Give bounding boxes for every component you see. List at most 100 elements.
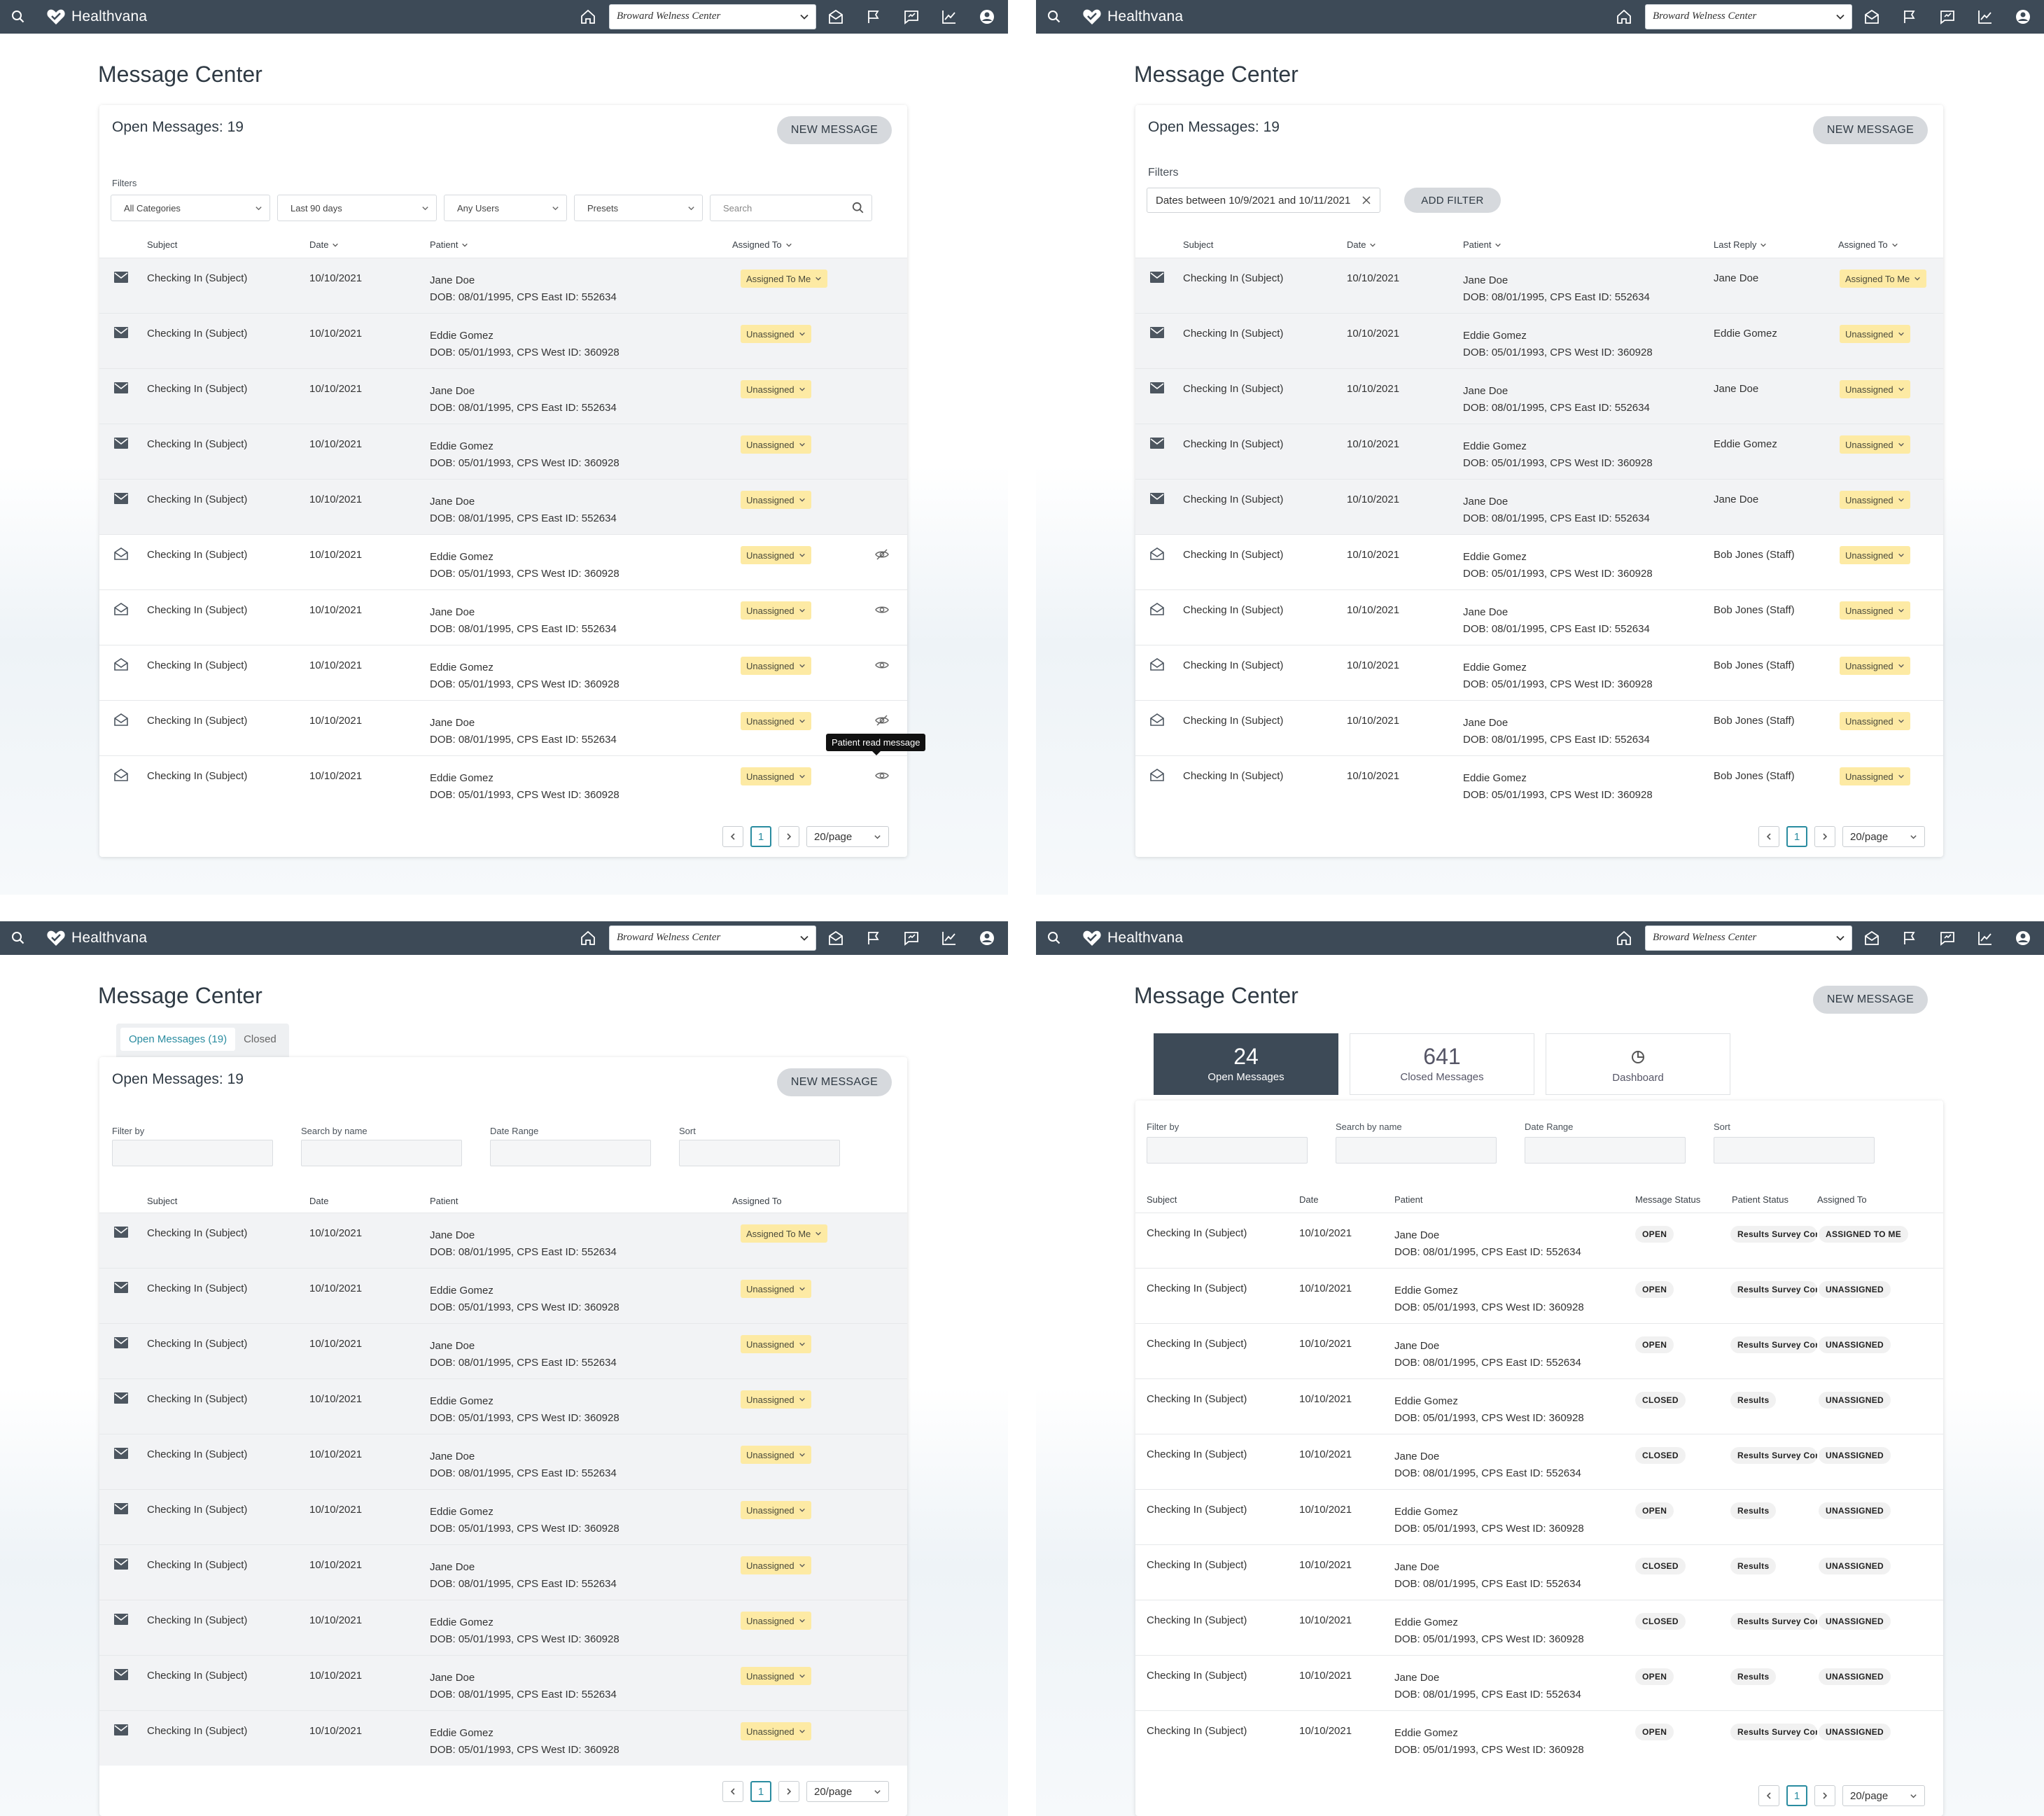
search-input[interactable]: Search [710, 195, 872, 221]
eye-off-icon[interactable] [875, 549, 889, 560]
new-message-button[interactable]: NEW MESSAGE [777, 116, 892, 144]
table-row[interactable]: Checking In (Subject) 10/10/2021 Jane Doe D… [99, 700, 907, 755]
search-icon[interactable] [1047, 931, 1061, 945]
analytics-icon[interactable] [941, 8, 958, 25]
table-row[interactable]: Checking In (Subject) 10/10/2021 Jane Doe D… [1135, 1213, 1943, 1268]
assignee-dropdown[interactable]: Unassigned [1840, 435, 1910, 454]
healthvana-logo[interactable]: Healthvana [46, 929, 147, 947]
analytics-icon[interactable] [1977, 930, 1994, 947]
chat-icon[interactable] [1939, 930, 1956, 947]
page-number-button[interactable]: 1 [1786, 1785, 1807, 1806]
assignee-dropdown[interactable]: Unassigned [741, 1280, 811, 1298]
assignee-dropdown[interactable]: Unassigned [741, 712, 811, 730]
assignee-dropdown[interactable]: Unassigned [741, 380, 811, 398]
assignee-dropdown[interactable]: Unassigned [741, 1501, 811, 1519]
dashboard-stat[interactable]: Dashboard [1546, 1033, 1730, 1095]
presets-filter-select[interactable]: Presets [574, 195, 703, 221]
table-row[interactable]: Checking In (Subject) 10/10/2021 Jane Doe D… [1135, 589, 1943, 645]
per-page-select[interactable]: 20/page [1842, 1785, 1925, 1806]
table-row[interactable]: Checking In (Subject) 10/10/2021 Eddie Gom… [1135, 755, 1943, 811]
previous-page-button[interactable] [1758, 826, 1779, 847]
chat-icon[interactable] [903, 930, 920, 947]
table-row[interactable]: Checking In (Subject) 10/10/2021 Jane Doe D… [99, 589, 907, 645]
assignee-badge[interactable]: UNASSIGNED [1819, 1724, 1891, 1740]
column-header[interactable]: Assigned To [732, 239, 792, 250]
table-row[interactable]: Checking In (Subject) 10/10/2021 Eddie Gom… [1135, 645, 1943, 700]
assignee-badge[interactable]: UNASSIGNED [1819, 1281, 1891, 1298]
assignee-badge[interactable]: UNASSIGNED [1819, 1392, 1891, 1409]
page-number-button[interactable]: 1 [750, 826, 771, 847]
next-page-button[interactable] [1814, 1785, 1835, 1806]
table-row[interactable]: Checking In (Subject) 10/10/2021 Eddie Gom… [99, 1378, 907, 1434]
analytics-icon[interactable] [941, 930, 958, 947]
assignee-dropdown[interactable]: Unassigned [1840, 601, 1910, 620]
table-row[interactable]: Checking In (Subject) 10/10/2021 Eddie Gom… [99, 1489, 907, 1544]
table-row[interactable]: Checking In (Subject) 10/10/2021 Eddie Gom… [99, 645, 907, 700]
table-row[interactable]: Checking In (Subject) 10/10/2021 Eddie Gom… [1135, 534, 1943, 589]
add-filter-button[interactable]: ADD FILTER [1404, 188, 1501, 213]
previous-page-button[interactable] [1758, 1785, 1779, 1806]
assignee-badge[interactable]: UNASSIGNED [1819, 1668, 1891, 1685]
location-select[interactable]: Broward Welness Center [609, 926, 816, 951]
home-icon[interactable] [580, 8, 596, 25]
sort-field[interactable] [1714, 1137, 1875, 1164]
tab-closed[interactable]: Closed [235, 1028, 285, 1051]
column-header[interactable]: Date [1347, 239, 1376, 250]
location-select[interactable]: Broward Welness Center [1645, 926, 1852, 951]
assignee-dropdown[interactable]: Unassigned [741, 767, 811, 785]
table-row[interactable]: Checking In (Subject) 10/10/2021 Jane Doe D… [1135, 1655, 1943, 1710]
per-page-select[interactable]: 20/page [806, 1781, 889, 1802]
page-number-button[interactable]: 1 [750, 1781, 771, 1802]
inbox-icon[interactable] [827, 930, 844, 947]
assignee-dropdown[interactable]: Unassigned [741, 1722, 811, 1740]
chat-icon[interactable] [903, 8, 920, 25]
assignee-dropdown[interactable]: Unassigned [1840, 546, 1910, 564]
user-avatar-icon[interactable] [2015, 930, 2031, 947]
chat-icon[interactable] [1939, 8, 1956, 25]
flag-icon[interactable] [1901, 930, 1918, 947]
table-row[interactable]: Checking In (Subject) 10/10/2021 Jane Doe D… [99, 1323, 907, 1378]
assignee-badge[interactable]: UNASSIGNED [1819, 1336, 1891, 1353]
assignee-dropdown[interactable]: Unassigned [741, 1667, 811, 1685]
healthvana-logo[interactable]: Healthvana [1082, 929, 1183, 947]
search-icon[interactable] [1047, 10, 1061, 24]
closed-messages-stat[interactable]: 641 Closed Messages [1350, 1033, 1534, 1095]
column-header[interactable]: Patient [430, 239, 468, 250]
table-row[interactable]: Checking In (Subject) 10/10/2021 Eddie Gom… [99, 1600, 907, 1655]
close-icon[interactable] [1362, 195, 1371, 205]
table-row[interactable]: Checking In (Subject) 10/10/2021 Eddie Gom… [99, 534, 907, 589]
previous-page-button[interactable] [722, 826, 743, 847]
table-row[interactable]: Checking In (Subject) 10/10/2021 Eddie Gom… [1135, 1378, 1943, 1434]
assignee-dropdown[interactable]: Unassigned [741, 657, 811, 675]
assignee-dropdown[interactable]: Unassigned [741, 491, 811, 509]
user-avatar-icon[interactable] [979, 930, 995, 947]
home-icon[interactable] [1616, 8, 1632, 25]
date-range-field[interactable] [1525, 1137, 1686, 1164]
table-row[interactable]: Checking In (Subject) 10/10/2021 Eddie Gom… [99, 755, 907, 811]
table-row[interactable]: Checking In (Subject) 10/10/2021 Eddie Gom… [1135, 1268, 1943, 1323]
table-row[interactable]: Checking In (Subject) 10/10/2021 Jane Doe D… [99, 1434, 907, 1489]
per-page-select[interactable]: 20/page [1842, 826, 1925, 847]
assignee-dropdown[interactable]: Unassigned [741, 1335, 811, 1353]
table-row[interactable]: Checking In (Subject) 10/10/2021 Jane Doe D… [1135, 258, 1943, 313]
tab-open-messages[interactable]: Open Messages (19) [120, 1028, 236, 1051]
assignee-dropdown[interactable]: Unassigned [741, 1556, 811, 1574]
inbox-icon[interactable] [1863, 930, 1880, 947]
assignee-dropdown[interactable]: Assigned To Me [741, 1224, 828, 1243]
flag-icon[interactable] [1901, 8, 1918, 25]
table-row[interactable]: Checking In (Subject) 10/10/2021 Jane Doe D… [1135, 1544, 1943, 1600]
home-icon[interactable] [1616, 930, 1632, 947]
table-row[interactable]: Checking In (Subject) 10/10/2021 Eddie Gom… [99, 313, 907, 368]
table-row[interactable]: Checking In (Subject) 10/10/2021 Eddie Gom… [1135, 1710, 1943, 1766]
eye-icon[interactable] [875, 604, 889, 615]
column-header[interactable]: Last Reply [1714, 239, 1767, 250]
next-page-button[interactable] [1814, 826, 1835, 847]
open-messages-stat[interactable]: 24 Open Messages [1154, 1033, 1338, 1095]
assignee-dropdown[interactable]: Unassigned [1840, 380, 1910, 398]
date-range-filter-select[interactable]: Last 90 days [277, 195, 437, 221]
assignee-dropdown[interactable]: Unassigned [741, 435, 811, 454]
column-header[interactable]: Patient [1463, 239, 1502, 250]
next-page-button[interactable] [778, 826, 799, 847]
assignee-dropdown[interactable]: Unassigned [741, 546, 811, 564]
eye-off-icon[interactable] [875, 715, 889, 726]
